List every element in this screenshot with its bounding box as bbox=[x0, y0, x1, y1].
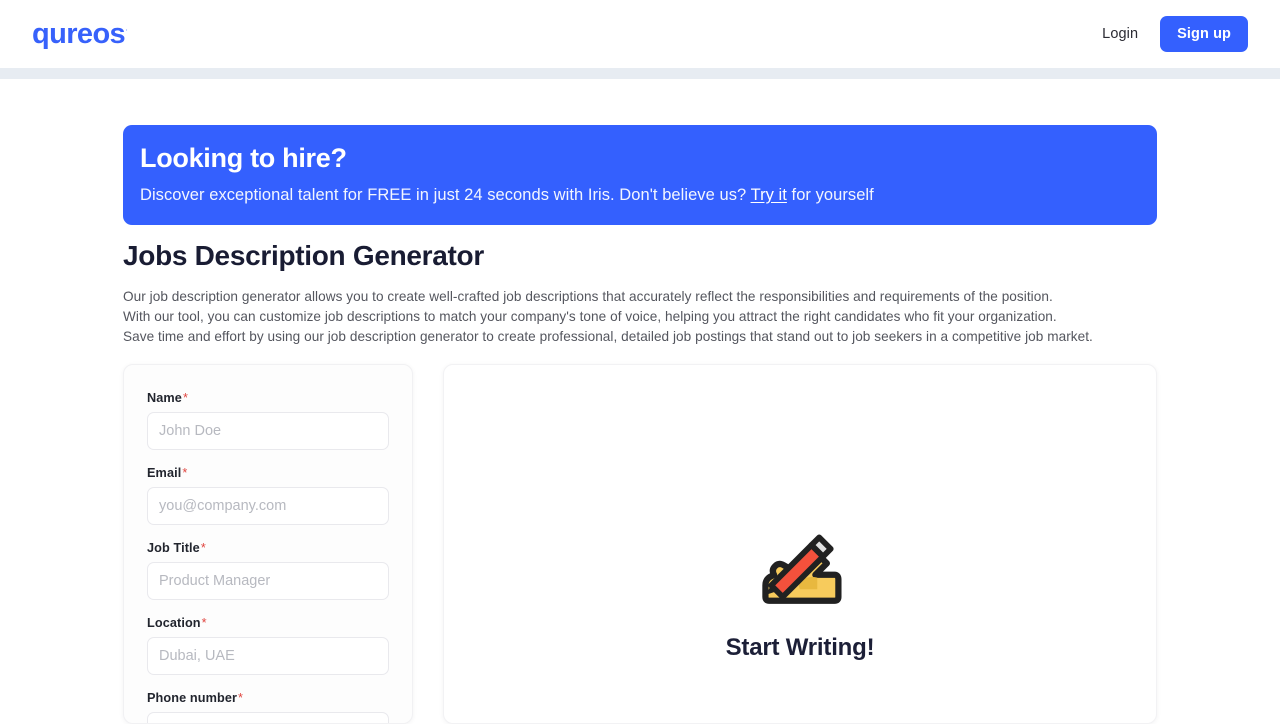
field-label-name: Name* bbox=[147, 391, 390, 405]
required-asterisk: * bbox=[238, 691, 244, 705]
field-label-phone-number: Phone number* bbox=[147, 691, 390, 705]
field-label-email: Email* bbox=[147, 466, 390, 480]
empty-state-title: Start Writing! bbox=[725, 634, 875, 661]
field-label-location: Location* bbox=[147, 616, 390, 630]
form-field-email: Email* bbox=[147, 466, 390, 525]
name-input[interactable] bbox=[147, 412, 389, 450]
phone-number-input[interactable] bbox=[147, 712, 389, 723]
email-input[interactable] bbox=[147, 487, 389, 525]
label-text: Phone number bbox=[147, 691, 238, 705]
job-details-form: Name* Email* Job Title* Location* Phone … bbox=[123, 364, 413, 724]
banner-title: Looking to hire? bbox=[140, 143, 347, 173]
hire-promo-banner: Looking to hire? Discover exceptional ta… bbox=[123, 125, 1157, 225]
required-asterisk: * bbox=[200, 541, 206, 555]
sign-up-button[interactable]: Sign up bbox=[1160, 16, 1248, 52]
required-asterisk: * bbox=[182, 466, 188, 480]
logo-trademark: · bbox=[125, 23, 129, 34]
output-empty-state: Start Writing! bbox=[726, 522, 875, 662]
page-content: Looking to hire? Discover exceptional ta… bbox=[0, 79, 1280, 724]
page-title: Jobs Description Generator bbox=[123, 240, 484, 271]
page-description: Our job description generator allows you… bbox=[123, 287, 1153, 347]
generator-cards: Name* Email* Job Title* Location* Phone … bbox=[0, 364, 1280, 724]
try-it-link[interactable]: Try it bbox=[751, 186, 787, 204]
writing-hand-icon bbox=[762, 534, 842, 604]
field-label-job-title: Job Title* bbox=[147, 541, 390, 555]
description-line-3: Save time and effort by using our job de… bbox=[123, 329, 1093, 344]
required-asterisk: * bbox=[201, 616, 207, 630]
header-divider-strip bbox=[0, 68, 1280, 79]
label-text: Email bbox=[147, 466, 182, 480]
banner-subtitle-before: Discover exceptional talent for FREE in … bbox=[140, 185, 751, 204]
form-field-job-title: Job Title* bbox=[147, 541, 390, 600]
qureos-logo[interactable]: qureos· bbox=[32, 17, 129, 50]
header-nav: Login Sign up bbox=[1102, 16, 1248, 52]
site-header: qureos· Login Sign up bbox=[0, 0, 1280, 68]
output-panel: Start Writing! bbox=[443, 364, 1157, 724]
label-text: Name bbox=[147, 391, 182, 405]
job-title-input[interactable] bbox=[147, 562, 389, 600]
location-input[interactable] bbox=[147, 637, 389, 675]
label-text: Job Title bbox=[147, 541, 200, 555]
description-line-1: Our job description generator allows you… bbox=[123, 289, 1053, 304]
required-asterisk: * bbox=[182, 391, 189, 405]
banner-subtitle: Discover exceptional talent for FREE in … bbox=[140, 185, 1157, 206]
banner-subtitle-after: for yourself bbox=[786, 185, 874, 204]
form-field-location: Location* bbox=[147, 616, 390, 675]
label-text: Location bbox=[147, 616, 201, 630]
logo-text: qureos bbox=[32, 17, 126, 50]
form-field-name: Name* bbox=[147, 391, 390, 450]
description-line-2: With our tool, you can customize job des… bbox=[123, 309, 1057, 324]
form-field-phone-number: Phone number* bbox=[147, 691, 390, 723]
login-link[interactable]: Login bbox=[1102, 26, 1138, 42]
